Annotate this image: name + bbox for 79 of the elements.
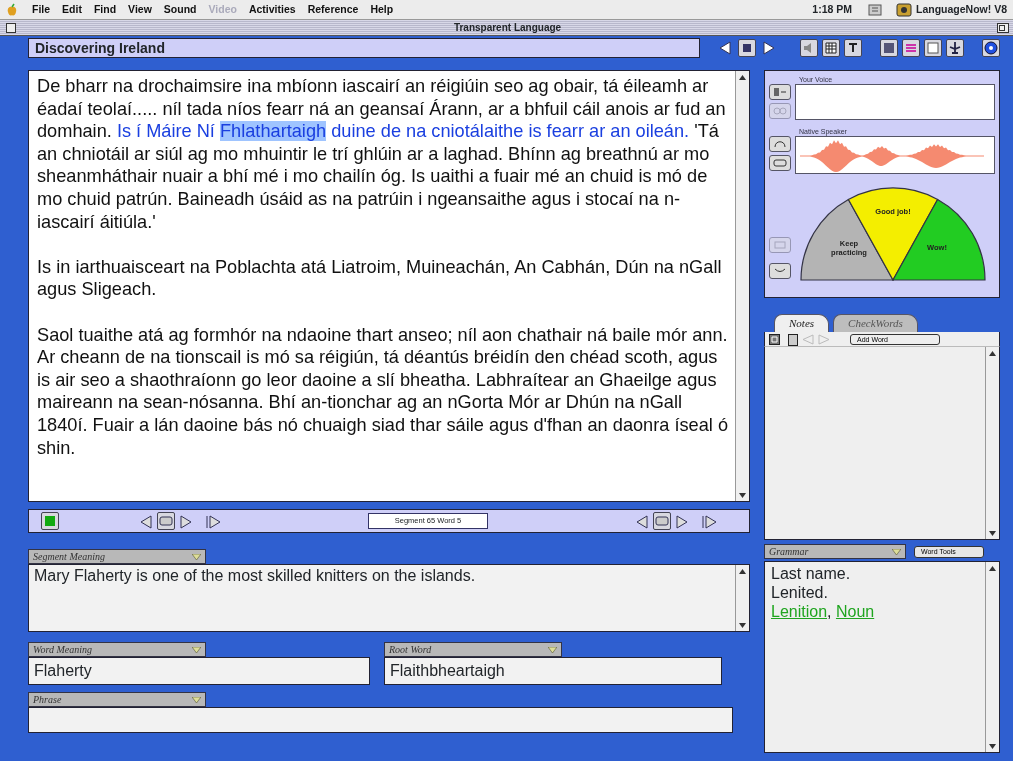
bar-icon <box>159 516 173 526</box>
menu-item[interactable]: Activities <box>248 1 296 18</box>
menu-item[interactable]: Find <box>93 1 117 18</box>
up-arrow-icon <box>739 74 746 80</box>
toolbar-button[interactable] <box>800 39 818 57</box>
dropdown-icon <box>192 646 201 653</box>
zoom-icon <box>997 23 1009 33</box>
link-separator: , <box>827 603 832 620</box>
compare-button[interactable] <box>769 155 791 171</box>
app-icon <box>896 2 912 17</box>
play-button[interactable] <box>653 512 671 530</box>
menu-clock: 1:18 PM <box>812 1 852 17</box>
root-word-field[interactable]: Flaithbheartaigh <box>384 657 722 685</box>
down-arrow-icon <box>739 492 746 498</box>
text-icon <box>846 41 860 55</box>
close-icon <box>6 23 16 33</box>
window-title: Transparent Language <box>452 21 563 35</box>
square-icon <box>741 42 753 54</box>
square-icon <box>44 515 56 527</box>
left-triangle-icon <box>139 514 153 529</box>
field-label-dropdown[interactable]: Phrase <box>28 692 206 707</box>
left-triangle-icon <box>802 333 814 345</box>
right-arrow-icon <box>763 41 775 55</box>
dropdown-icon <box>192 696 201 703</box>
down-arrow-icon <box>989 743 996 749</box>
right-triangle-icon <box>675 514 689 529</box>
apple-icon <box>6 2 18 17</box>
toolbar-button[interactable] <box>844 39 862 57</box>
menu-item[interactable]: Reference <box>307 1 359 18</box>
reset-button[interactable] <box>769 263 791 279</box>
right-triangle-icon <box>179 514 193 529</box>
field-label-dropdown[interactable]: Word Meaning <box>28 642 206 657</box>
dropdown-icon <box>548 646 557 653</box>
menu-item[interactable]: Edit <box>62 1 82 18</box>
skip-icon <box>205 514 221 529</box>
menu-item[interactable]: Help <box>370 1 394 18</box>
toolbar-button[interactable] <box>924 39 942 57</box>
frame-icon <box>773 240 787 250</box>
down-arrow-icon <box>989 530 996 536</box>
passage-paragraph: De bharr na drochaimsire ina mbíonn iascairí an réigiúin seo ag obair, tá éileamh ar éadaí teolaí..... níl tada níos fearr ná an geansaí Árann, ar a bhfuil cáil anois ar fud an domhain. Is í Máire Ní Fhlathartaigh duine de na cniotálaithe is fearr ar an oileán. 'Tá an chniotáil ar siúl ag mo mhuintir le trí ghlúin ar a laghad. Bhínn ag breathnú ar mo sheanmháthair nuair a bhí mé i mo chailín óg. Is uaithi a fuair mé an chuid is mó de mo chuid patrún. Baineadh úsáid as na patrúin i ngeansaithe agus i stocaí na n-iascairí áitiúla.' <box>37 75 727 234</box>
word-meaning-field[interactable]: Flaherty <box>28 657 370 685</box>
segment-meaning-text: Mary Flaherty is one of the most skilled knitters on the islands. <box>34 566 477 586</box>
bar-icon <box>773 158 787 168</box>
listen-button[interactable] <box>769 136 791 152</box>
record-button[interactable] <box>769 84 791 100</box>
note-icon <box>788 333 798 346</box>
play-button[interactable] <box>157 512 175 530</box>
lesson-title-field: Discovering Ireland <box>28 38 700 58</box>
menu-item[interactable]: Sound <box>163 1 197 18</box>
up-arrow-icon <box>739 568 746 574</box>
segment-meaning-field[interactable]: Mary Flaherty is one of the most skilled knitters on the islands. <box>28 564 750 632</box>
right-triangle-icon <box>818 333 830 345</box>
dropdown-icon <box>892 548 901 555</box>
up-arrow-icon <box>989 350 996 356</box>
grammar-line: Lenited. <box>771 583 829 602</box>
notes-tab[interactable]: Notes <box>774 314 830 332</box>
page-icon <box>926 41 940 55</box>
field-label-dropdown[interactable]: Segment Meaning <box>28 549 206 564</box>
list-button[interactable] <box>738 39 756 57</box>
grammar-line: Last name. <box>771 564 852 583</box>
grammar-tab[interactable]: Grammar <box>764 544 906 559</box>
phrase-field[interactable] <box>28 707 733 733</box>
up-arrow-icon <box>989 565 996 571</box>
bar-icon <box>655 516 669 526</box>
left-triangle-icon <box>635 514 649 529</box>
notes-tab[interactable]: CheckWords <box>833 314 918 332</box>
left-arrow-icon <box>719 41 731 55</box>
passage-paragraph: Saol tuaithe atá ag formhór na ndaoine thart anseo; níl aon chathair ná baile mór ann. Ar cheann de na tionscail is mó sa réigiún, tá déantús bréidín den chéad scoth, agus is air seo a shaothraíonn go leor daoine a slí bheatha. Labhraítear an Ghaeilge agus maireann na sean-nósanna. Bhí an-tionchar ag an nGorta Mór ar Dhún na nGall 1840í. Fuair a lán daoine bás nó chuaigh siad thar sáile agus d'fhan an daonra íseal ó shin. <box>37 323 729 460</box>
field-label-dropdown[interactable]: Root Word <box>384 642 562 657</box>
dropdown-icon <box>192 553 201 560</box>
down-arrow-icon <box>739 622 746 628</box>
passage-paragraph: Is in iarthuaisceart na Poblachta atá Liatroim, Muineachán, An Cabhán, Dún na nGall agus Sligeach. <box>37 255 723 301</box>
toolbar-button[interactable] <box>822 39 840 57</box>
tape-icon <box>773 106 787 116</box>
app-menu[interactable]: LanguageNow! V8 <box>916 1 1007 18</box>
grid-icon <box>824 41 838 55</box>
menu-item[interactable]: View <box>128 1 152 18</box>
menu-item[interactable]: File <box>32 1 51 18</box>
skip-icon <box>701 514 717 529</box>
